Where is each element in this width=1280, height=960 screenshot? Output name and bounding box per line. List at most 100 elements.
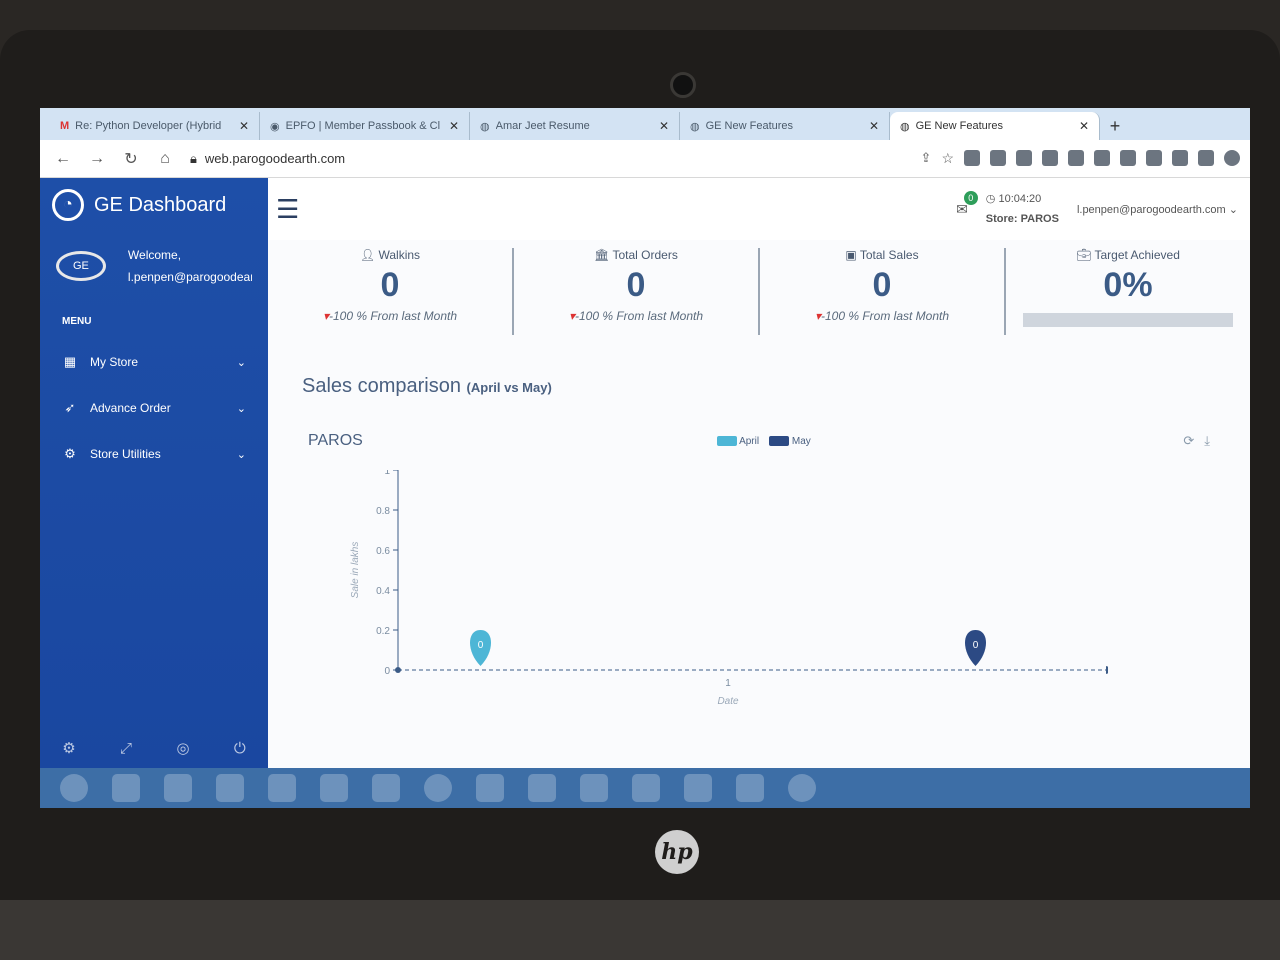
epfo-icon: ◉ <box>270 120 280 133</box>
app-icon[interactable] <box>684 774 712 802</box>
extension-icon[interactable] <box>1042 150 1058 166</box>
section-title: Sales comparison (April vs May) <box>268 335 1250 398</box>
browser-tab[interactable]: ◍ Amar Jeet Resume ✕ <box>470 112 680 140</box>
network-icon[interactable] <box>164 774 192 802</box>
star-icon[interactable]: ☆ <box>941 150 954 167</box>
close-icon[interactable]: ✕ <box>1079 119 1089 133</box>
chart-store-name: PAROS <box>308 432 363 449</box>
y-tick-label: 0.2 <box>376 626 390 637</box>
brand[interactable]: ◔ GE Dashboard <box>40 178 268 232</box>
browser-tab[interactable]: ◍ GE New Features ✕ <box>680 112 890 140</box>
app-icon[interactable] <box>528 774 556 802</box>
close-icon[interactable]: ✕ <box>449 119 459 133</box>
new-tab-button[interactable]: + <box>1100 112 1130 140</box>
user-menu[interactable]: l.penpen@parogoodearth.com ⌄ <box>1077 203 1238 216</box>
app-icon[interactable] <box>632 774 660 802</box>
document-icon[interactable] <box>372 774 400 802</box>
grid-icon: ▦ <box>63 354 77 369</box>
hp-logo: hp <box>655 830 699 874</box>
legend-item-april[interactable]: April <box>716 435 760 447</box>
puzzle-icon[interactable] <box>1172 150 1188 166</box>
extension-icon[interactable] <box>964 150 980 166</box>
browser-tabbar: M Re: Python Developer (Hybrid ✕ ◉ EPFO … <box>40 108 1250 140</box>
brand-title: GE Dashboard <box>94 193 227 216</box>
legend-label: April <box>739 435 760 447</box>
fullscreen-icon[interactable]: ⤢ <box>120 740 132 757</box>
bank-icon: 🏛︎ <box>594 248 610 262</box>
terminal-icon[interactable] <box>268 774 296 802</box>
kpi-walkins: 👤︎ Walkins 0 ▾-100 % From last Month <box>268 248 514 335</box>
url-field[interactable]: 🔒︎ web.parogoodearth.com <box>190 151 345 167</box>
x-tick-label: 1 <box>725 678 731 689</box>
section-title-text: Sales comparison <box>302 375 461 397</box>
extension-icon[interactable] <box>1068 150 1084 166</box>
reload-icon[interactable]: ↻ <box>122 149 140 169</box>
close-icon[interactable]: ✕ <box>869 119 879 133</box>
sidebar-footer: ⚙ ⤢ ◎ ⏻ <box>40 728 268 768</box>
lock-icon: 🔒︎ <box>190 150 197 166</box>
power-icon[interactable]: ⏻ <box>234 740 246 757</box>
avatar: GE <box>56 251 106 281</box>
gmail-icon: M <box>60 120 70 132</box>
extension-icon[interactable] <box>1094 150 1110 166</box>
menu-toggle-icon[interactable]: ☰ <box>268 194 299 225</box>
main-content: 👤︎ Walkins 0 ▾-100 % From last Month 🏛︎ … <box>268 240 1250 768</box>
extension-icon[interactable] <box>1146 150 1162 166</box>
chrome-icon[interactable] <box>424 774 452 802</box>
sidepanel-icon[interactable] <box>1198 150 1214 166</box>
target-progress-bar <box>1023 313 1233 327</box>
settings-icon[interactable]: ⚙ <box>62 739 75 757</box>
browser-tab-active[interactable]: ◍ GE New Features ✕ <box>890 112 1100 140</box>
kpi-value: 0 <box>380 266 400 304</box>
extension-icon[interactable] <box>1120 150 1136 166</box>
pycharm-icon[interactable] <box>736 774 764 802</box>
download-icon[interactable]: ⤓ <box>1204 433 1210 449</box>
eye-slash-icon[interactable]: ◎ <box>176 739 189 757</box>
y-tick-label: 0.6 <box>376 546 390 557</box>
user-email: l.penpen@parogoodearth.com <box>1076 203 1226 216</box>
sidebar-item-advance-order[interactable]: ➶ Advance Order ⌄ <box>40 385 268 431</box>
pen-icon[interactable] <box>216 774 244 802</box>
pencil-icon[interactable] <box>320 774 348 802</box>
tab-label: Re: Python Developer (Hybrid <box>75 120 222 132</box>
close-icon[interactable]: ✕ <box>239 119 249 133</box>
home-icon[interactable]: ⌂ <box>156 150 174 168</box>
sidebar: ◔ GE Dashboard GE Welcome, l.penpen@paro… <box>40 178 268 768</box>
y-tick-label: 0.8 <box>376 506 390 517</box>
chart-tools: ⟳ ⤓ <box>1183 433 1210 449</box>
topbar-right: ✉ 0 ◷ 10:04:20 Store: PAROS l.penpen@par… <box>956 189 1250 229</box>
mail-icon[interactable]: ✉ 0 <box>956 190 978 218</box>
browser-tab[interactable]: ◉ EPFO | Member Passbook & Cl ✕ <box>260 112 470 140</box>
extension-icon[interactable] <box>990 150 1006 166</box>
extension-icon[interactable] <box>1016 150 1032 166</box>
rocket-icon: ➶ <box>64 400 76 415</box>
refresh-icon[interactable]: ⟳ <box>1183 433 1194 449</box>
kpi-target-achieved: 💼︎ Target Achieved 0% <box>1006 248 1250 335</box>
y-tick-label: 0.4 <box>376 586 390 597</box>
start-icon[interactable] <box>60 774 88 802</box>
legend-item-may[interactable]: May <box>769 436 811 447</box>
sidebar-item-my-store[interactable]: ▦ My Store ⌄ <box>40 339 268 385</box>
os-taskbar <box>40 768 1250 808</box>
app-icon[interactable] <box>580 774 608 802</box>
back-icon[interactable]: ← <box>54 150 72 168</box>
share-icon[interactable]: ⇪ <box>921 150 932 167</box>
kpi-row: 👤︎ Walkins 0 ▾-100 % From last Month 🏛︎ … <box>268 240 1250 335</box>
sidebar-item-store-utilities[interactable]: ⚙ Store Utilities ⌄ <box>40 431 268 477</box>
profile-icon[interactable] <box>1224 150 1240 166</box>
app-icon[interactable] <box>476 774 504 802</box>
sidebar-item-label: Advance Order <box>90 401 171 415</box>
kpi-value: 0% <box>1103 266 1153 304</box>
folder-icon[interactable] <box>112 774 140 802</box>
tab-label: EPFO | Member Passbook & Cl <box>285 120 441 132</box>
browser-tab[interactable]: M Re: Python Developer (Hybrid ✕ <box>50 112 260 140</box>
close-icon[interactable]: ✕ <box>659 119 669 133</box>
welcome-text: Welcome, l.penpen@parogoodearth.com <box>128 244 252 288</box>
forward-icon[interactable]: → <box>88 150 106 168</box>
whatsapp-icon[interactable] <box>788 774 816 802</box>
clock-store: ◷ 10:04:20 Store: PAROS <box>986 189 1059 229</box>
store-label: Store: PAROS <box>985 213 1059 225</box>
chevron-down-icon: ⌄ <box>236 402 246 415</box>
kpi-change: -100 % From last Month <box>820 309 950 323</box>
globe-icon: ◍ <box>480 120 490 133</box>
